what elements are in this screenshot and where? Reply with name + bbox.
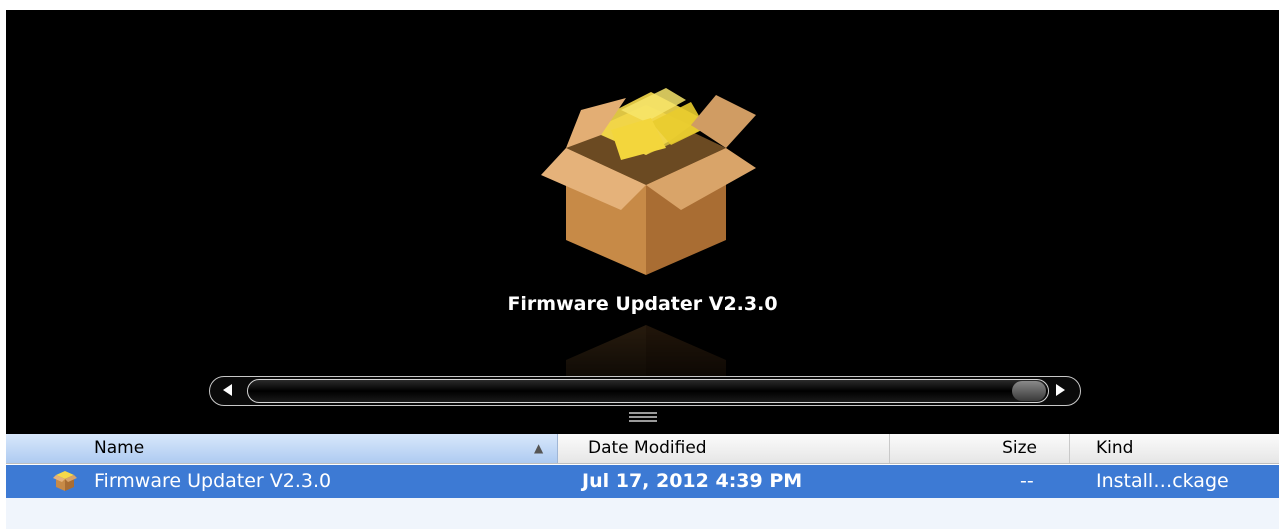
- cover-flow-view[interactable]: Firmware Updater V2.3.0: [6, 10, 1279, 434]
- file-date-modified: Jul 17, 2012 4:39 PM: [582, 470, 803, 492]
- column-header-size[interactable]: Size: [890, 434, 1070, 463]
- list-empty-area[interactable]: [6, 498, 1279, 529]
- file-kind: Install…ckage: [1096, 470, 1229, 492]
- file-name: Firmware Updater V2.3.0: [94, 470, 332, 492]
- list-column-header: Name ▲ Date Modified Size Kind: [6, 434, 1279, 464]
- arrow-left-icon: [223, 384, 232, 396]
- package-icon: [53, 471, 77, 491]
- column-label-date-modified: Date Modified: [588, 438, 707, 458]
- cover-flow-title: Firmware Updater V2.3.0: [507, 293, 778, 315]
- column-label-size: Size: [1002, 438, 1037, 458]
- sort-ascending-icon: ▲: [534, 441, 544, 455]
- scrollbar-thumb[interactable]: [247, 379, 1049, 403]
- cover-flow-scrollbar[interactable]: [209, 376, 1081, 406]
- column-header-kind[interactable]: Kind: [1070, 434, 1279, 463]
- scrollbar-thumb-cap: [1012, 381, 1046, 401]
- file-row-selected[interactable]: Firmware Updater V2.3.0 Jul 17, 2012 4:3…: [6, 465, 1279, 498]
- installer-package-icon[interactable]: [521, 70, 771, 285]
- column-label-kind: Kind: [1096, 438, 1134, 458]
- arrow-right-icon: [1056, 384, 1065, 396]
- split-resize-grip[interactable]: [629, 412, 657, 422]
- column-header-date-modified[interactable]: Date Modified: [558, 434, 890, 463]
- file-size: --: [1020, 470, 1034, 492]
- scroll-left-button[interactable]: [213, 379, 243, 401]
- scroll-right-button[interactable]: [1045, 379, 1075, 401]
- column-header-name[interactable]: Name ▲: [6, 434, 558, 463]
- column-label-name: Name: [94, 438, 145, 458]
